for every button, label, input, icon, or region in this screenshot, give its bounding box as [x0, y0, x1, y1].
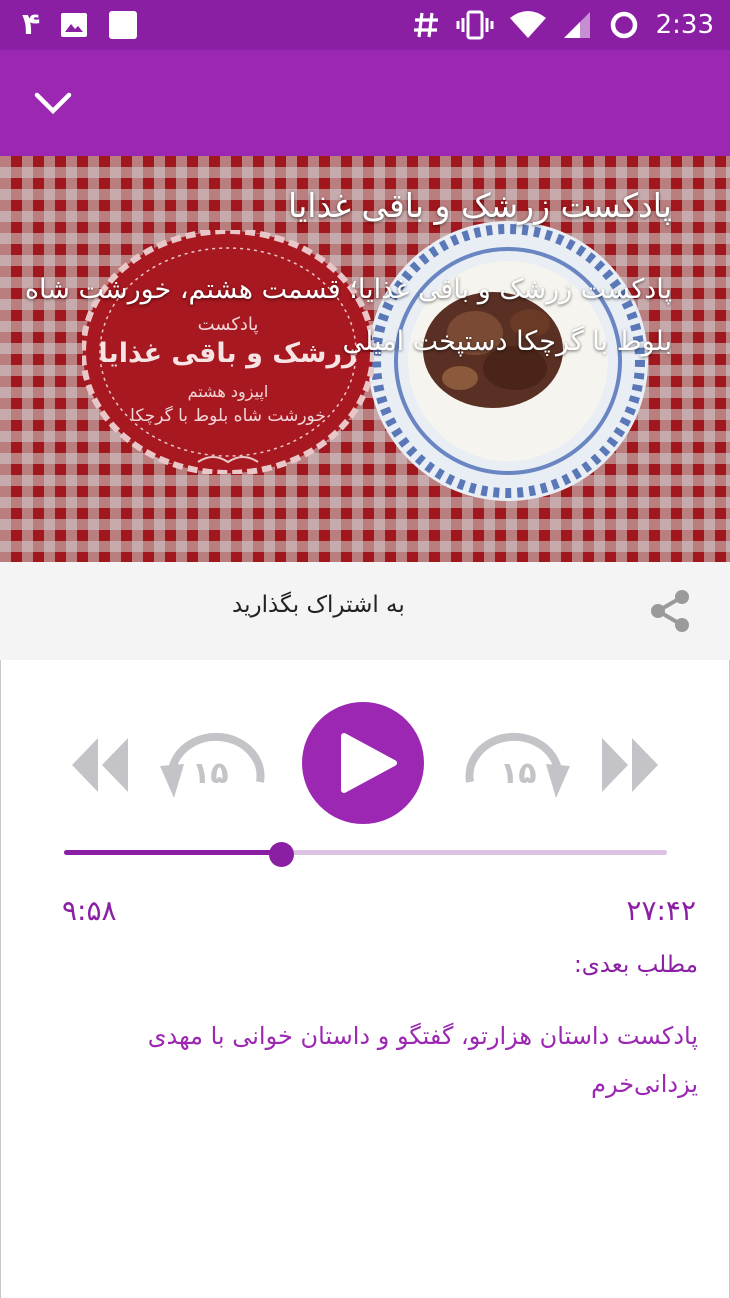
square-app-icon: [109, 11, 138, 39]
status-time: 2:33: [655, 10, 714, 40]
fast-forward-button[interactable]: [600, 734, 660, 796]
badge-line3: اپیزود هشتم: [187, 382, 269, 401]
collapse-button[interactable]: [24, 76, 82, 130]
image-icon: [61, 13, 88, 37]
loading-circle-icon: [610, 11, 637, 39]
share-button[interactable]: [642, 582, 700, 640]
fast-rewind-button[interactable]: [70, 734, 130, 796]
wifi-icon: [509, 11, 546, 38]
podcast-title: پادکست زرشک و باقی غذایا: [288, 186, 672, 225]
play-icon: [341, 733, 397, 793]
next-item-link[interactable]: پادکست داستان هزارتو، گفتگو و داستان خوا…: [38, 1012, 698, 1108]
vibrate-icon: [456, 10, 494, 40]
podcast-cover: پادکست زرشک و باقی غذایا اپیزود هشتم خور…: [0, 156, 730, 562]
rewind-15-button[interactable]: ۱۵: [158, 728, 266, 798]
notification-count: ۴: [22, 7, 41, 42]
fast-forward-icon: [602, 738, 658, 792]
seek-bar[interactable]: [64, 850, 667, 855]
hash-icon: [413, 12, 438, 38]
app-bar: [0, 50, 730, 156]
elapsed-time: ۹:۵۸: [62, 894, 117, 927]
next-item-label: مطلب بعدی:: [573, 952, 698, 978]
status-left-icons: ۴: [22, 8, 138, 42]
seek-thumb[interactable]: [269, 842, 295, 867]
rewind-seconds: ۱۵: [192, 756, 229, 791]
status-right-icons: 2:33: [412, 8, 714, 42]
share-icon: [651, 590, 689, 632]
fast-rewind-icon: [72, 738, 128, 792]
chevron-down-icon: [34, 92, 72, 115]
seek-bar-progress: [64, 850, 282, 855]
signal-icon: [563, 12, 590, 38]
forward-seconds: ۱۵: [500, 756, 537, 791]
forward-15-button[interactable]: ۱۵: [464, 728, 572, 798]
total-time: ۲۷:۴۲: [626, 894, 696, 927]
share-bar: به اشتراک بگذارید: [0, 562, 730, 660]
episode-title: پادکست زرشک و باقی غذایا؛ قسمت هشتم، خور…: [24, 274, 672, 357]
share-label[interactable]: به اشتراک بگذارید: [232, 592, 405, 618]
status-bar: ۴ 2:33: [0, 0, 730, 50]
play-button[interactable]: [302, 702, 424, 824]
badge-line4: خورشت شاه بلوط با گرچکا: [130, 406, 326, 426]
